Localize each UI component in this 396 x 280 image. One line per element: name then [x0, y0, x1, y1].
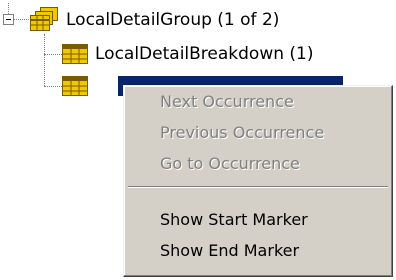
menu-item-previous-occurrence[interactable]: Previous Occurrence [124, 119, 392, 147]
menu-separator [128, 186, 388, 188]
tree-connector [8, 3, 9, 14]
table-icon [62, 76, 88, 96]
tree-connector [44, 54, 62, 55]
menu-item-next-occurrence[interactable]: Next Occurrence [124, 88, 392, 116]
tree-item-label[interactable]: LocalDetailBreakdown (1) [95, 44, 314, 64]
context-menu: Next Occurrence Previous Occurrence Go t… [123, 85, 393, 277]
group-table-icon [30, 7, 58, 31]
collapse-toggle-icon[interactable] [3, 14, 14, 25]
tree-view: LocalDetailGroup (1 of 2) LocalDetailBre… [0, 0, 396, 280]
tree-root-label[interactable]: LocalDetailGroup (1 of 2) [66, 10, 279, 30]
menu-item-go-to-occurrence[interactable]: Go to Occurrence [124, 150, 392, 178]
menu-item-show-start-marker[interactable]: Show Start Marker [124, 206, 392, 234]
table-icon [62, 44, 88, 64]
menu-item-show-end-marker[interactable]: Show End Marker [124, 237, 392, 265]
tree-connector [44, 34, 45, 86]
tree-connector [44, 86, 62, 87]
tree-connector [13, 19, 29, 20]
